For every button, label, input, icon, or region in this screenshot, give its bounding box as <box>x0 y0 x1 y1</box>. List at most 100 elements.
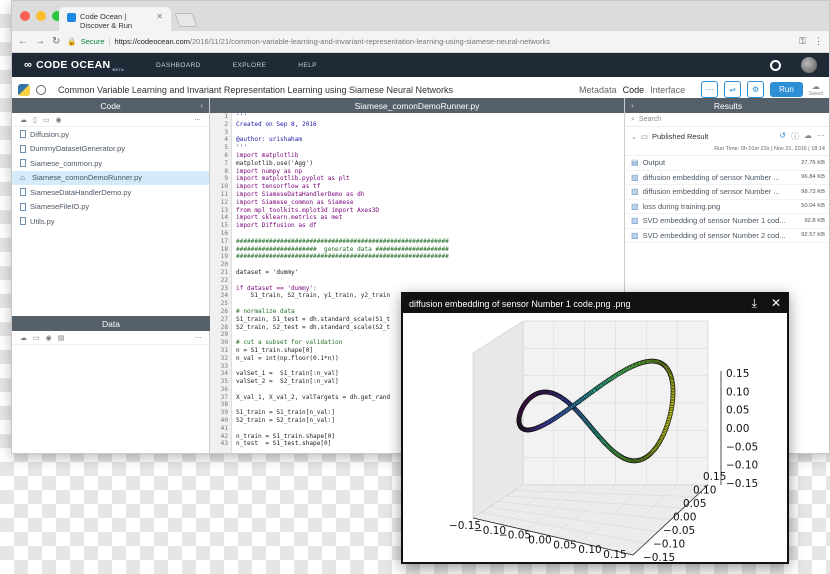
file-item[interactable]: SiameseFileIO.py <box>12 200 209 215</box>
nav-dashboard[interactable]: DASHBOARD <box>156 62 201 69</box>
run-button[interactable]: Run <box>770 82 803 97</box>
x-tick-label: 0.15 <box>603 549 626 561</box>
result-name: SVD embedding of sensor Number 2 cod... <box>642 230 786 240</box>
code-line: ###################### generate data ###… <box>236 245 449 253</box>
line-number: 42 <box>220 432 228 440</box>
new-folder-icon[interactable]: ▭ <box>43 116 50 124</box>
close-window-icon[interactable] <box>20 11 30 21</box>
line-number: 9 <box>224 175 228 183</box>
new-file-icon[interactable]: ▯ <box>33 116 37 124</box>
result-item[interactable]: ▤ Output 27.76 KB <box>625 156 829 171</box>
line-number: 7 <box>224 159 228 167</box>
image-file-icon: ▨ <box>631 230 639 240</box>
file-item[interactable]: Utils.py <box>12 214 209 229</box>
close-icon[interactable]: ✕ <box>771 296 781 311</box>
tab-code[interactable]: Code <box>623 85 645 95</box>
code-line: ########################################… <box>236 253 449 261</box>
line-number: 8 <box>224 167 228 175</box>
result-size: 98.73 KB <box>801 188 825 195</box>
avatar[interactable] <box>801 57 817 73</box>
line-number: 19 <box>220 253 228 261</box>
more-options-button[interactable]: ⋯ <box>701 81 719 98</box>
window-controls <box>20 11 62 21</box>
file-name: Diffusion.py <box>30 129 70 139</box>
image-file-icon: ▨ <box>631 201 639 211</box>
new-folder-icon[interactable]: ▭ <box>33 334 40 342</box>
line-number: 5 <box>224 144 228 152</box>
more-icon[interactable]: ⋯ <box>195 334 202 342</box>
tab-metadata[interactable]: Metadata <box>579 85 617 95</box>
forward-icon[interactable]: → <box>35 36 45 47</box>
x-tick-label: 0.05 <box>553 539 576 551</box>
code-toolbar: ☁ ▯ ▭ ◉ ⋯ <box>12 113 209 127</box>
menu-icon[interactable]: ⋮ <box>814 36 823 47</box>
published-result-row[interactable]: ⌄ ▭ Published Result ↺ ⓘ ☁ ⋯ <box>625 127 829 142</box>
collapse-left-icon[interactable]: ‹ <box>200 101 203 110</box>
reload-icon[interactable]: ↻ <box>52 36 60 47</box>
nav-help[interactable]: HELP <box>298 62 317 69</box>
support-icon[interactable] <box>770 59 781 71</box>
code-line: import sklearn.metrics as met <box>236 214 343 222</box>
nav-explore[interactable]: EXPLORE <box>233 62 267 69</box>
y-tick-label: 0.05 <box>683 498 706 510</box>
logo-text: CODE OCEAN <box>36 59 111 71</box>
new-tab-button[interactable] <box>174 13 198 27</box>
file-item[interactable]: SiameseDataHandlerDemo.py <box>12 185 209 200</box>
results-search-input[interactable]: ⌕ Search <box>625 113 829 127</box>
upload-icon[interactable]: ☁ <box>20 334 27 342</box>
more-icon[interactable]: ⋯ <box>194 116 201 124</box>
tab-close-icon[interactable]: ✕ <box>156 12 163 21</box>
share-icon[interactable]: ⇌ <box>724 81 742 98</box>
file-item[interactable]: Diffusion.py <box>12 127 209 142</box>
code-line: Created on Sep 8, 2016 <box>236 120 317 128</box>
result-name: loss during training.png <box>642 201 721 211</box>
download-icon[interactable]: ☁ <box>804 131 812 142</box>
saved-status: ☁ Saved <box>809 82 823 97</box>
minimize-window-icon[interactable] <box>36 11 46 21</box>
back-icon[interactable]: ← <box>18 36 28 47</box>
code-ocean-logo[interactable]: ∞ CODE OCEAN BETA <box>24 59 146 72</box>
result-item[interactable]: ▨ diffusion embedding of sensor Number ..… <box>625 185 829 200</box>
line-number: 37 <box>220 393 228 401</box>
result-item[interactable]: ▨ loss during training.png 50.04 KB <box>625 200 829 214</box>
result-item[interactable]: ▨ SVD embedding of sensor Number 1 cod...… <box>625 214 829 229</box>
result-name: Output <box>642 158 666 168</box>
cloud-check-icon: ☁ <box>811 82 820 91</box>
results-panel-header: › Results <box>625 98 829 113</box>
y-tick-label: 0.10 <box>693 485 716 497</box>
download-icon[interactable]: ⤓ <box>752 296 757 311</box>
code-line: import Siamese_common as Siamese <box>236 198 354 206</box>
github-icon[interactable]: ◉ <box>46 334 52 342</box>
y-tick-label: 0.15 <box>703 471 726 483</box>
info-icon[interactable]: ⓘ <box>791 131 799 142</box>
file-icon <box>20 144 26 153</box>
line-number: 12 <box>220 198 228 206</box>
globe-icon <box>36 84 46 95</box>
collapse-right-icon[interactable]: › <box>631 101 634 110</box>
z-tick-label: 0.10 <box>726 386 749 398</box>
file-item[interactable]: ⌂ Siamese_comonDemoRunner.py <box>12 170 209 185</box>
key-icon[interactable]: ⚿ <box>799 36 806 47</box>
database-icon[interactable]: ▤ <box>58 334 65 342</box>
chevron-down-icon[interactable]: ⌄ <box>631 133 637 141</box>
url-field[interactable]: 🔒 Secure | https://codeocean.com/2016/11… <box>67 37 792 46</box>
code-panel: Code ‹ ☁ ▯ ▭ ◉ ⋯ Diffusion.py DummyDatase… <box>12 98 210 453</box>
result-item[interactable]: ▨ diffusion embedding of sensor Number ..… <box>625 171 829 185</box>
file-item[interactable]: Siamese_common.py <box>12 156 209 171</box>
github-icon[interactable]: ◉ <box>55 116 61 124</box>
result-size: 92.8 KB <box>804 217 825 224</box>
file-icon <box>20 130 26 139</box>
app-navbar: ∞ CODE OCEAN BETA DASHBOARD EXPLORE HELP <box>12 53 829 77</box>
line-number: 28 <box>220 323 228 331</box>
python-icon <box>18 83 30 96</box>
tab-interface[interactable]: Interface <box>650 85 685 95</box>
more-icon[interactable]: ⋯ <box>817 131 825 142</box>
browser-tab[interactable]: Code Ocean | Discover & Run ✕ <box>59 7 171 31</box>
result-item[interactable]: ▨ SVD embedding of sensor Number 2 cod...… <box>625 229 829 243</box>
upload-icon[interactable]: ☁ <box>20 116 27 124</box>
history-icon[interactable]: ↺ <box>779 131 786 142</box>
file-item[interactable]: DummyDatasetGenerator.py <box>12 142 209 157</box>
gear-icon[interactable]: ⚙ <box>747 81 765 98</box>
